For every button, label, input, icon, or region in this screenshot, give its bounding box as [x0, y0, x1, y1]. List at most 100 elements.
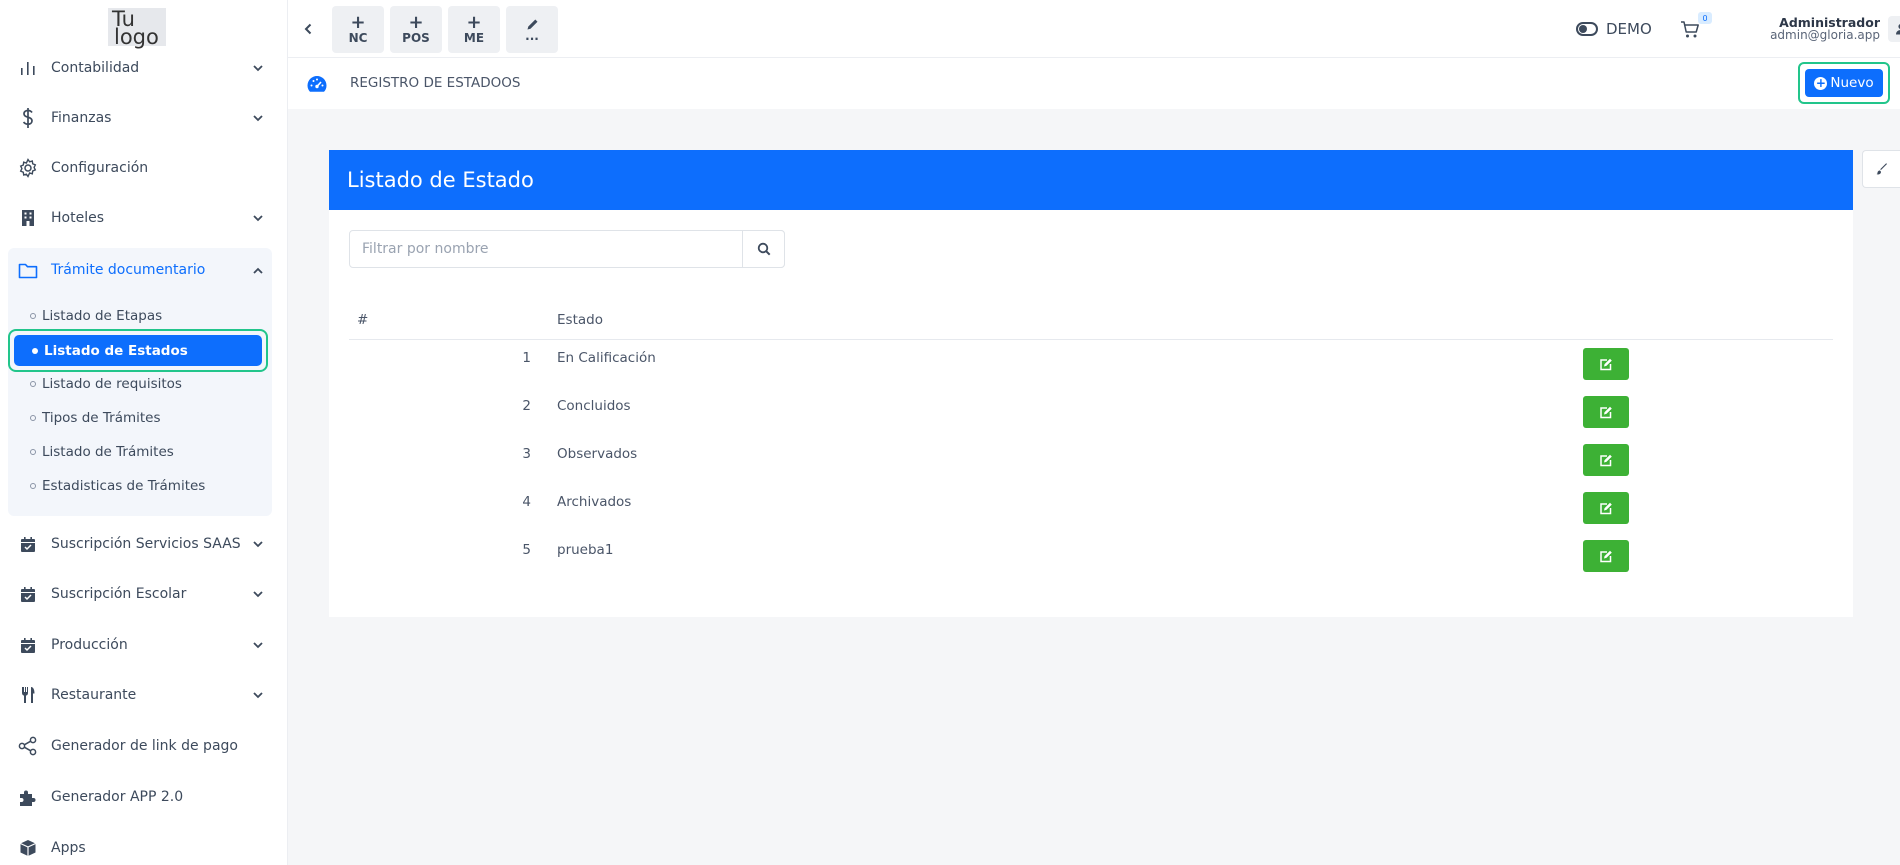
submenu-item-label: Tipos de Trámites: [42, 410, 161, 426]
row-number: 3: [522, 446, 531, 462]
quick-me-button[interactable]: + ME: [448, 6, 500, 53]
submenu-item-label: Estadisticas de Trámites: [42, 478, 206, 494]
logo-line-2: logo: [114, 25, 159, 49]
new-button-label: Nuevo: [1830, 75, 1874, 91]
logo[interactable]: Tu logo: [108, 8, 166, 49]
submenu-item-requisitos[interactable]: Listado de requisitos: [30, 376, 182, 392]
sidebar-item-restaurante[interactable]: Restaurante: [0, 673, 287, 717]
sidebar-item-label: Configuración: [51, 160, 149, 176]
chevron-down-icon: [252, 62, 264, 74]
edit-button[interactable]: [1583, 492, 1629, 524]
calendar-check-icon: [17, 583, 39, 605]
edit-button[interactable]: [1583, 348, 1629, 380]
edit-icon: [1600, 502, 1612, 514]
edit-button[interactable]: [1583, 540, 1629, 572]
table-row: 1 En Calificación: [349, 340, 1833, 388]
sidebar-item-label: Suscripción Servicios SAAS: [51, 536, 241, 552]
collapse-sidebar-button[interactable]: [298, 18, 318, 40]
sidebar-item-label: Trámite documentario: [51, 262, 206, 278]
quick-button-label: ME: [463, 30, 485, 45]
sidebar-item-label: Generador APP 2.0: [51, 789, 184, 805]
table-row: 3 Observados: [349, 436, 1833, 484]
submenu-item-estadisticas[interactable]: Estadisticas de Trámites: [30, 478, 205, 494]
plus-circle-icon: +: [1814, 76, 1828, 90]
demo-toggle[interactable]: DEMO: [1576, 20, 1652, 38]
cart-icon: [1681, 21, 1699, 38]
sidebar-item-link-pago[interactable]: Generador de link de pago: [0, 724, 287, 768]
quick-pos-button[interactable]: + POS: [390, 6, 442, 53]
box-icon: [17, 837, 39, 859]
avatar[interactable]: [1888, 16, 1900, 42]
user-icon: [1896, 24, 1900, 35]
calendar-check-icon: [17, 634, 39, 656]
chevron-down-icon: [252, 112, 264, 124]
sidebar-item-generador-app[interactable]: Generador APP 2.0: [0, 775, 287, 819]
sidebar-item-label: Hoteles: [51, 210, 104, 226]
bullet-icon: [30, 381, 36, 387]
building-icon: [17, 207, 39, 229]
submenu-item-label: Listado de Trámites: [42, 444, 174, 460]
new-button[interactable]: + Nuevo: [1805, 69, 1883, 97]
filter-input[interactable]: [350, 231, 742, 267]
submenu-item-etapas[interactable]: Listado de Etapas: [30, 308, 162, 324]
customizer-toggle[interactable]: [1862, 150, 1900, 188]
sidebar-item-label: Finanzas: [51, 110, 112, 126]
column-header-number: #: [357, 312, 369, 328]
quick-button-label: NC: [348, 30, 368, 45]
row-number: 2: [522, 398, 531, 414]
share-icon: [17, 735, 39, 757]
quick-nc-button[interactable]: + NC: [332, 6, 384, 53]
submenu-item-label: Listado de Etapas: [42, 308, 163, 324]
bullet-icon: [30, 313, 36, 319]
bullet-icon: [30, 483, 36, 489]
filter-group: [349, 230, 785, 268]
sidebar-item-label: Apps: [51, 840, 86, 856]
dollar-icon: [17, 107, 39, 129]
quick-button-label: POS: [402, 30, 430, 45]
sidebar-item-apps[interactable]: Apps: [0, 826, 287, 865]
chevron-left-icon: [304, 23, 312, 35]
plus-icon: +: [466, 11, 482, 33]
plus-icon: +: [350, 11, 366, 33]
sidebar-item-contabilidad[interactable]: Contabilidad: [0, 46, 287, 90]
sidebar-item-label: Restaurante: [51, 687, 137, 703]
puzzle-icon: [17, 786, 39, 808]
row-estado: Archivados: [557, 494, 632, 510]
submenu-item-tipos-tramites[interactable]: Tipos de Trámites: [30, 410, 161, 426]
sidebar-item-finanzas[interactable]: Finanzas: [0, 96, 287, 140]
active-item-highlight: Listado de Estados: [8, 329, 268, 372]
edit-button[interactable]: [1583, 396, 1629, 428]
submenu-item-label: Listado de Estados: [44, 342, 188, 359]
submenu-item-estados[interactable]: Listado de Estados: [14, 335, 262, 366]
sidebar-item-label: Suscripción Escolar: [51, 586, 187, 602]
chevron-down-icon: [252, 639, 264, 651]
row-number: 5: [522, 542, 531, 558]
bullet-icon: [32, 347, 38, 354]
search-button[interactable]: [742, 230, 785, 268]
cart-button[interactable]: [1680, 20, 1700, 40]
utensils-icon: [17, 684, 39, 706]
sidebar-item-hoteles[interactable]: Hoteles: [0, 196, 287, 240]
chevron-up-icon: [252, 264, 264, 276]
quick-edit-button[interactable]: ...: [506, 6, 558, 53]
sidebar-item-label: Generador de link de pago: [51, 738, 238, 754]
column-header-estado: Estado: [557, 312, 603, 328]
cart-count-badge: 0: [1698, 12, 1712, 24]
edit-icon: [1600, 550, 1612, 562]
sidebar-item-tramite-documentario[interactable]: Trámite documentario: [0, 248, 287, 292]
sidebar-item-produccion[interactable]: Producción: [0, 623, 287, 667]
tachometer-icon: [306, 74, 328, 94]
sidebar-item-configuracion[interactable]: Configuración: [0, 146, 287, 190]
sidebar-item-suscripcion-escolar[interactable]: Suscripción Escolar: [0, 572, 287, 616]
toggle-icon: [1576, 22, 1598, 36]
edit-button[interactable]: [1583, 444, 1629, 476]
sidebar-item-suscripcion-saas[interactable]: Suscripción Servicios SAAS: [0, 522, 287, 566]
search-icon: [757, 242, 770, 256]
table-row: 2 Concluidos: [349, 388, 1833, 436]
user-email: admin@gloria.app: [1770, 28, 1880, 42]
demo-label: DEMO: [1606, 20, 1652, 38]
submenu-item-listado-tramites[interactable]: Listado de Trámites: [30, 444, 174, 460]
calendar-check-icon: [17, 533, 39, 555]
page-header: REGISTRO DE ESTADOOS + Nuevo: [288, 58, 1900, 109]
row-estado: prueba1: [557, 542, 614, 558]
